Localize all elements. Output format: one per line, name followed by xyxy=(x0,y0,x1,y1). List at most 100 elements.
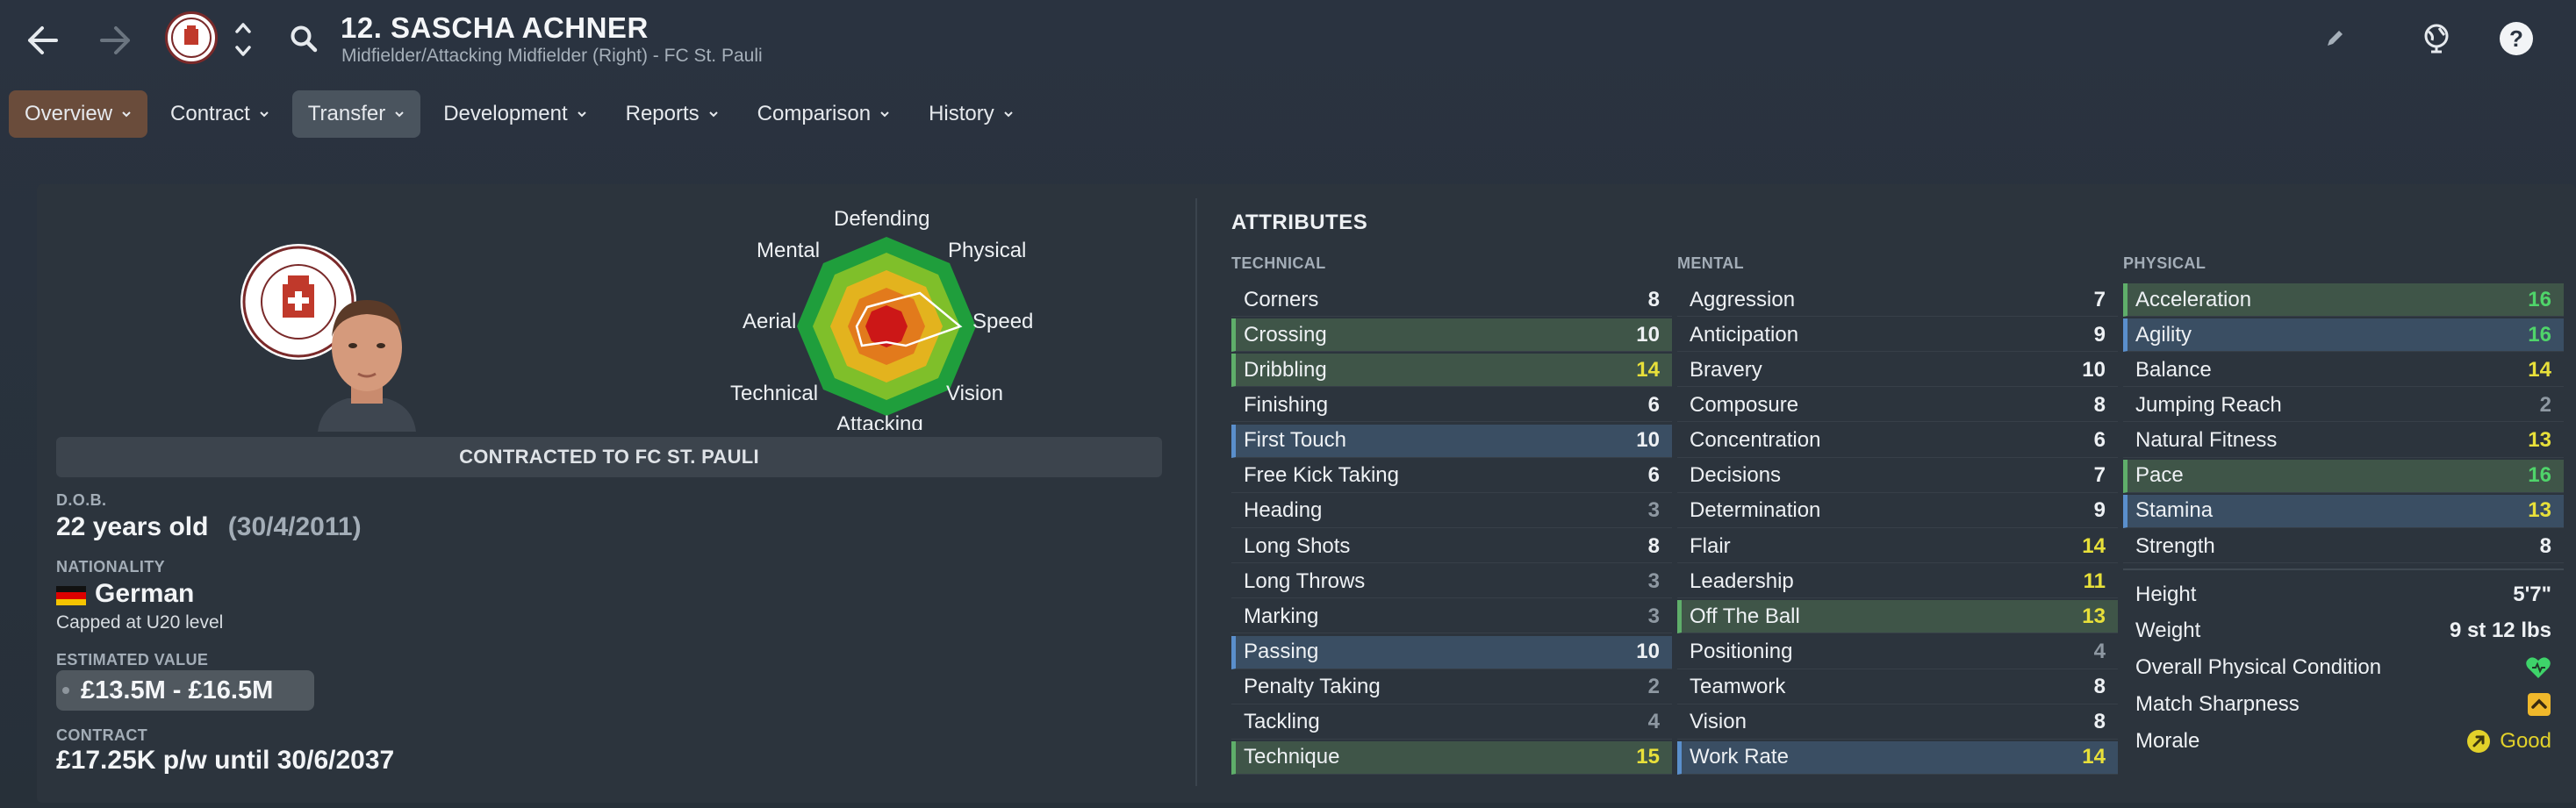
attribute-row-concentration[interactable]: Concentration 6 xyxy=(1677,425,2118,458)
attribute-row-tackling[interactable]: Tackling 4 xyxy=(1231,706,1672,740)
contract-label: CONTRACT xyxy=(56,726,148,744)
tab-overview[interactable]: Overview xyxy=(9,90,148,138)
attribute-name: Dribbling xyxy=(1244,357,1327,382)
morale-label: Morale xyxy=(2135,729,2200,753)
attribute-name: Concentration xyxy=(1690,428,1821,453)
attribute-row-bravery[interactable]: Bravery 10 xyxy=(1677,354,2118,388)
age-text: 22 years old xyxy=(56,512,209,541)
tab-label: Reports xyxy=(625,102,700,125)
attribute-row-technique[interactable]: Technique 15 xyxy=(1231,740,1672,775)
weight-label: Weight xyxy=(2135,619,2201,642)
attribute-row-off-the-ball[interactable]: Off The Ball 13 xyxy=(1677,600,2118,634)
attribute-row-stamina[interactable]: Stamina 13 xyxy=(2123,494,2564,528)
attribute-value: 13 xyxy=(2082,604,2106,628)
weight-value: 9 st 12 lbs xyxy=(2449,619,2551,642)
tab-development[interactable]: Development xyxy=(427,90,602,138)
attribute-row-crossing[interactable]: Crossing 10 xyxy=(1231,318,1672,353)
chevron-down-icon xyxy=(1004,111,1013,118)
attribute-row-flair[interactable]: Flair 14 xyxy=(1677,530,2118,564)
globe-icon xyxy=(2424,24,2449,54)
attribute-row-corners[interactable]: Corners 8 xyxy=(1231,283,1672,317)
tab-contract[interactable]: Contract xyxy=(154,90,285,138)
attribute-row-strength[interactable]: Strength 8 xyxy=(2123,530,2564,564)
tab-reports[interactable]: Reports xyxy=(610,90,735,138)
attribute-row-teamwork[interactable]: Teamwork 8 xyxy=(1677,671,2118,704)
condition-row: Overall Physical Condition xyxy=(2123,650,2564,685)
attribute-name: Aggression xyxy=(1690,287,1796,311)
club-crest[interactable] xyxy=(165,11,218,64)
attribute-row-long-throws[interactable]: Long Throws 3 xyxy=(1231,565,1672,599)
chevron-down-icon xyxy=(260,111,269,118)
attribute-value: 8 xyxy=(2093,392,2106,417)
attribute-row-long-shots[interactable]: Long Shots 8 xyxy=(1231,530,1672,564)
tab-history[interactable]: History xyxy=(913,90,1030,138)
attribute-value: 16 xyxy=(2528,322,2551,347)
attribute-value: 3 xyxy=(1647,498,1660,523)
attribute-value: 9 xyxy=(2093,322,2106,347)
attribute-row-penalty-taking[interactable]: Penalty Taking 2 xyxy=(1231,671,1672,704)
dob-label: D.O.B. xyxy=(56,491,107,509)
morale-status: Good xyxy=(2466,729,2551,754)
attribute-row-decisions[interactable]: Decisions 7 xyxy=(1677,460,2118,493)
back-button[interactable] xyxy=(18,16,67,65)
attribute-value: 8 xyxy=(1647,287,1660,311)
attribute-row-determination[interactable]: Determination 9 xyxy=(1677,495,2118,528)
forward-button[interactable] xyxy=(91,16,140,65)
back-arrow-icon xyxy=(28,26,58,54)
sort-chevrons-button[interactable] xyxy=(230,18,256,61)
attribute-row-marking[interactable]: Marking 3 xyxy=(1231,600,1672,634)
attribute-value: 7 xyxy=(2093,463,2106,488)
attribute-row-leadership[interactable]: Leadership 11 xyxy=(1677,565,2118,599)
attribute-value: 6 xyxy=(2093,428,2106,453)
edit-button[interactable] xyxy=(2321,25,2349,53)
estimated-value-pill[interactable]: £13.5M - £16.5M xyxy=(56,670,314,711)
attribute-name: Long Shots xyxy=(1244,533,1351,558)
attribute-row-dribbling[interactable]: Dribbling 14 xyxy=(1231,354,1672,388)
attribute-row-acceleration[interactable]: Acceleration 16 xyxy=(2123,283,2564,317)
attribute-row-pace[interactable]: Pace 16 xyxy=(2123,459,2564,493)
contract-value: £17.25K p/w until 30/6/2037 xyxy=(56,746,395,775)
value-pill-dot xyxy=(62,687,69,694)
attribute-row-balance[interactable]: Balance 14 xyxy=(2123,354,2564,388)
globe-button[interactable] xyxy=(2419,21,2454,56)
attribute-value: 10 xyxy=(2082,357,2106,382)
attribute-row-composure[interactable]: Composure 8 xyxy=(1677,389,2118,423)
help-button[interactable]: ? xyxy=(2497,19,2536,58)
attribute-row-natural-fitness[interactable]: Natural Fitness 13 xyxy=(2123,425,2564,458)
attribute-row-jumping-reach[interactable]: Jumping Reach 2 xyxy=(2123,389,2564,423)
attribute-row-free-kick-taking[interactable]: Free Kick Taking 6 xyxy=(1231,460,1672,493)
attribute-name: Composure xyxy=(1690,392,1799,417)
attribute-row-first-touch[interactable]: First Touch 10 xyxy=(1231,424,1672,458)
tab-label: Comparison xyxy=(757,102,872,125)
attribute-value: 14 xyxy=(2082,533,2106,558)
attribute-value: 3 xyxy=(1647,604,1660,628)
attribute-value: 8 xyxy=(2093,710,2106,734)
attribute-value: 15 xyxy=(1636,745,1660,769)
attribute-row-work-rate[interactable]: Work Rate 14 xyxy=(1677,740,2118,775)
attribute-name: Acceleration xyxy=(2135,287,2252,311)
height-row: Height 5'7" xyxy=(2123,577,2564,612)
estimated-value: £13.5M - £16.5M xyxy=(81,676,274,704)
forward-arrow-icon xyxy=(100,26,130,54)
attribute-row-anticipation[interactable]: Anticipation 9 xyxy=(1677,318,2118,353)
sharpness-row: Match Sharpness xyxy=(2123,687,2564,722)
attribute-row-positioning[interactable]: Positioning 4 xyxy=(1677,636,2118,669)
edit-pencil-icon xyxy=(2328,31,2343,46)
attribute-value: 10 xyxy=(1636,428,1660,453)
tab-comparison[interactable]: Comparison xyxy=(742,90,906,138)
attribute-row-heading[interactable]: Heading 3 xyxy=(1231,495,1672,528)
search-button[interactable] xyxy=(286,21,321,56)
attribute-value: 16 xyxy=(2528,463,2551,488)
attribute-row-finishing[interactable]: Finishing 6 xyxy=(1231,389,1672,423)
club-crest-icon xyxy=(171,18,212,58)
attribute-row-passing[interactable]: Passing 10 xyxy=(1231,635,1672,669)
chevron-down-icon xyxy=(708,111,718,118)
attribute-row-agility[interactable]: Agility 16 xyxy=(2123,318,2564,353)
tab-transfer[interactable]: Transfer xyxy=(291,90,421,138)
height-value: 5'7" xyxy=(2513,583,2551,606)
attribute-row-vision[interactable]: Vision 8 xyxy=(1677,706,2118,740)
sharpness-label: Match Sharpness xyxy=(2135,692,2300,716)
attribute-name: Determination xyxy=(1690,498,1821,523)
sort-chevrons-icon xyxy=(235,23,251,56)
attribute-row-aggression[interactable]: Aggression 7 xyxy=(1677,283,2118,317)
